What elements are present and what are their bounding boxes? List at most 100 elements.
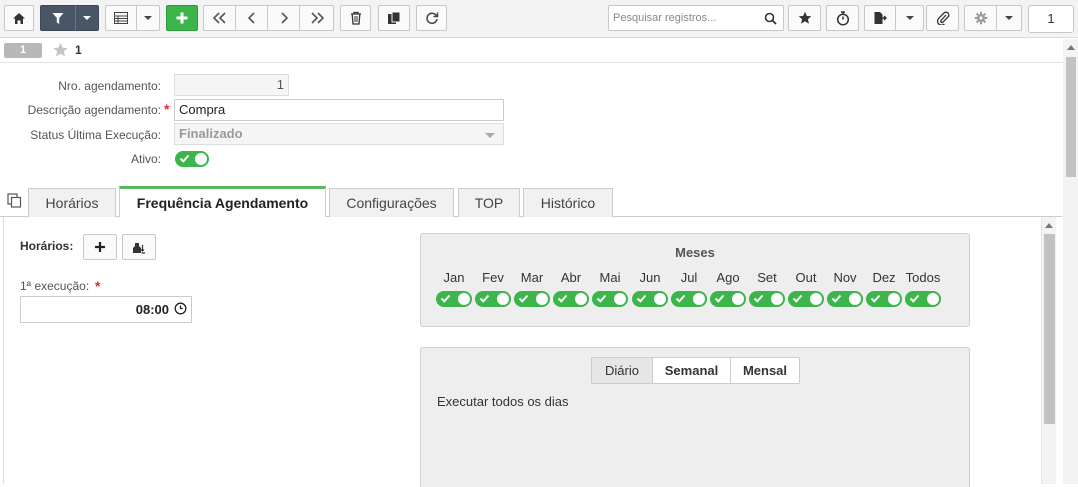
home-icon: [13, 12, 25, 24]
attachment-button[interactable]: [926, 5, 959, 31]
primeira-execucao-value: 08:00: [135, 302, 169, 317]
month-toggle-jul[interactable]: [671, 291, 707, 307]
month-label-dez: Dez: [872, 270, 896, 285]
scrollbar-thumb[interactable]: [1044, 234, 1055, 424]
month-toggle-nov[interactable]: [827, 291, 863, 307]
add-horario-button[interactable]: [83, 234, 117, 260]
tab-configuracoes[interactable]: Configurações: [329, 188, 454, 217]
primeira-execucao-label: 1ª execução:: [20, 279, 90, 293]
filter-icon: [52, 12, 64, 24]
month-toggle-mai[interactable]: [592, 291, 628, 307]
star-icon[interactable]: [52, 42, 69, 61]
check-icon: [753, 294, 764, 303]
scrollbar-thumb[interactable]: [1066, 57, 1076, 177]
tab-horarios[interactable]: Horários: [28, 188, 116, 217]
toggle-knob: [458, 293, 470, 305]
eraser-icon: [133, 243, 145, 254]
search-input[interactable]: [613, 10, 761, 26]
month-toggle-jan[interactable]: [436, 291, 472, 307]
month-label-jun: Jun: [639, 270, 661, 285]
check-icon: [675, 294, 686, 303]
month-toggle-out[interactable]: [788, 291, 824, 307]
tab-top[interactable]: TOP: [458, 188, 520, 217]
grid-view-dropdown-button[interactable]: [136, 5, 160, 31]
toggle-knob: [195, 153, 207, 165]
status-execucao-label: Status Última Execução:: [30, 128, 161, 142]
filter-button[interactable]: [40, 5, 76, 31]
month-toggle-todos[interactable]: [905, 291, 941, 307]
settings-dropdown-button[interactable]: [996, 5, 1022, 31]
page-number-input[interactable]: 1: [1028, 5, 1074, 33]
toggle-knob: [693, 293, 705, 305]
month-toggle-fev[interactable]: [475, 291, 511, 307]
toggle-knob: [575, 293, 587, 305]
refresh-icon: [425, 12, 438, 25]
month-toggle-mar[interactable]: [514, 291, 550, 307]
settings-button[interactable]: [964, 5, 997, 31]
star-icon: [798, 11, 811, 24]
chevron-down-icon: [83, 16, 91, 20]
search-icon[interactable]: [764, 12, 777, 28]
chevron-down-icon: [144, 16, 152, 20]
copy-button[interactable]: [378, 5, 410, 31]
ativo-toggle[interactable]: [175, 151, 209, 167]
month-label-fev: Fev: [482, 270, 504, 285]
primeira-execucao-field[interactable]: 08:00: [20, 296, 192, 323]
month-toggle-set[interactable]: [749, 291, 785, 307]
grid-view-button[interactable]: [105, 5, 137, 31]
month-label-jan: Jan: [443, 270, 465, 285]
month-toggle-dez[interactable]: [866, 291, 902, 307]
month-toggle-ago[interactable]: [710, 291, 746, 307]
export-dropdown-button[interactable]: [895, 5, 924, 31]
check-icon: [714, 294, 725, 303]
export-button[interactable]: [864, 5, 896, 31]
first-record-button[interactable]: [203, 5, 236, 31]
page-scrollbar[interactable]: [1063, 39, 1078, 484]
descricao-agendamento-field[interactable]: Compra: [174, 99, 504, 121]
favorites-button[interactable]: [788, 5, 821, 31]
record-index-badge: 1: [4, 43, 42, 58]
copy-icon: [388, 11, 401, 24]
toggle-knob: [654, 293, 666, 305]
tab-semanal[interactable]: Semanal: [652, 357, 731, 384]
home-button[interactable]: [4, 5, 34, 31]
last-record-button[interactable]: [299, 5, 334, 31]
tabs-copy-icon[interactable]: [7, 193, 22, 211]
month-toggle-jun[interactable]: [632, 291, 668, 307]
tab-mensal[interactable]: Mensal: [730, 357, 800, 384]
add-record-button[interactable]: [166, 5, 198, 31]
descricao-agendamento-label: Descrição agendamento:: [27, 103, 161, 117]
check-icon: [870, 294, 881, 303]
scroll-up-icon[interactable]: [1067, 45, 1075, 50]
meses-title: Meses: [675, 245, 715, 260]
toggle-knob: [927, 293, 939, 305]
toggle-knob: [810, 293, 822, 305]
previous-record-button[interactable]: [235, 5, 268, 31]
tab-historico[interactable]: Histórico: [523, 188, 613, 217]
toggle-knob: [888, 293, 900, 305]
record-title: 1: [75, 43, 82, 57]
chevron-down-icon: [905, 16, 914, 20]
filter-dropdown-button[interactable]: [75, 5, 99, 31]
month-label-set: Set: [757, 270, 777, 285]
clock-icon[interactable]: [174, 302, 187, 318]
month-toggle-abr[interactable]: [553, 291, 589, 307]
diario-description: Executar todos os dias: [437, 394, 569, 409]
main-toolbar: 1: [0, 0, 1078, 38]
tab-diario[interactable]: Diário: [591, 357, 653, 384]
toggle-knob: [497, 293, 509, 305]
tab-frequencia-agendamento[interactable]: Frequência Agendamento: [119, 186, 326, 217]
scroll-up-icon[interactable]: [1045, 223, 1053, 228]
check-icon: [596, 294, 607, 303]
timer-button[interactable]: [826, 5, 859, 31]
check-icon: [909, 294, 920, 303]
next-record-button[interactable]: [267, 5, 300, 31]
content-scrollbar[interactable]: [1041, 217, 1056, 484]
delete-button[interactable]: [340, 5, 371, 31]
refresh-button[interactable]: [416, 5, 447, 31]
clear-horario-button[interactable]: [122, 234, 156, 260]
record-bar: 1 1: [0, 39, 1078, 63]
check-icon: [479, 294, 490, 303]
month-label-jul: Jul: [680, 270, 698, 285]
trash-icon: [350, 11, 361, 25]
